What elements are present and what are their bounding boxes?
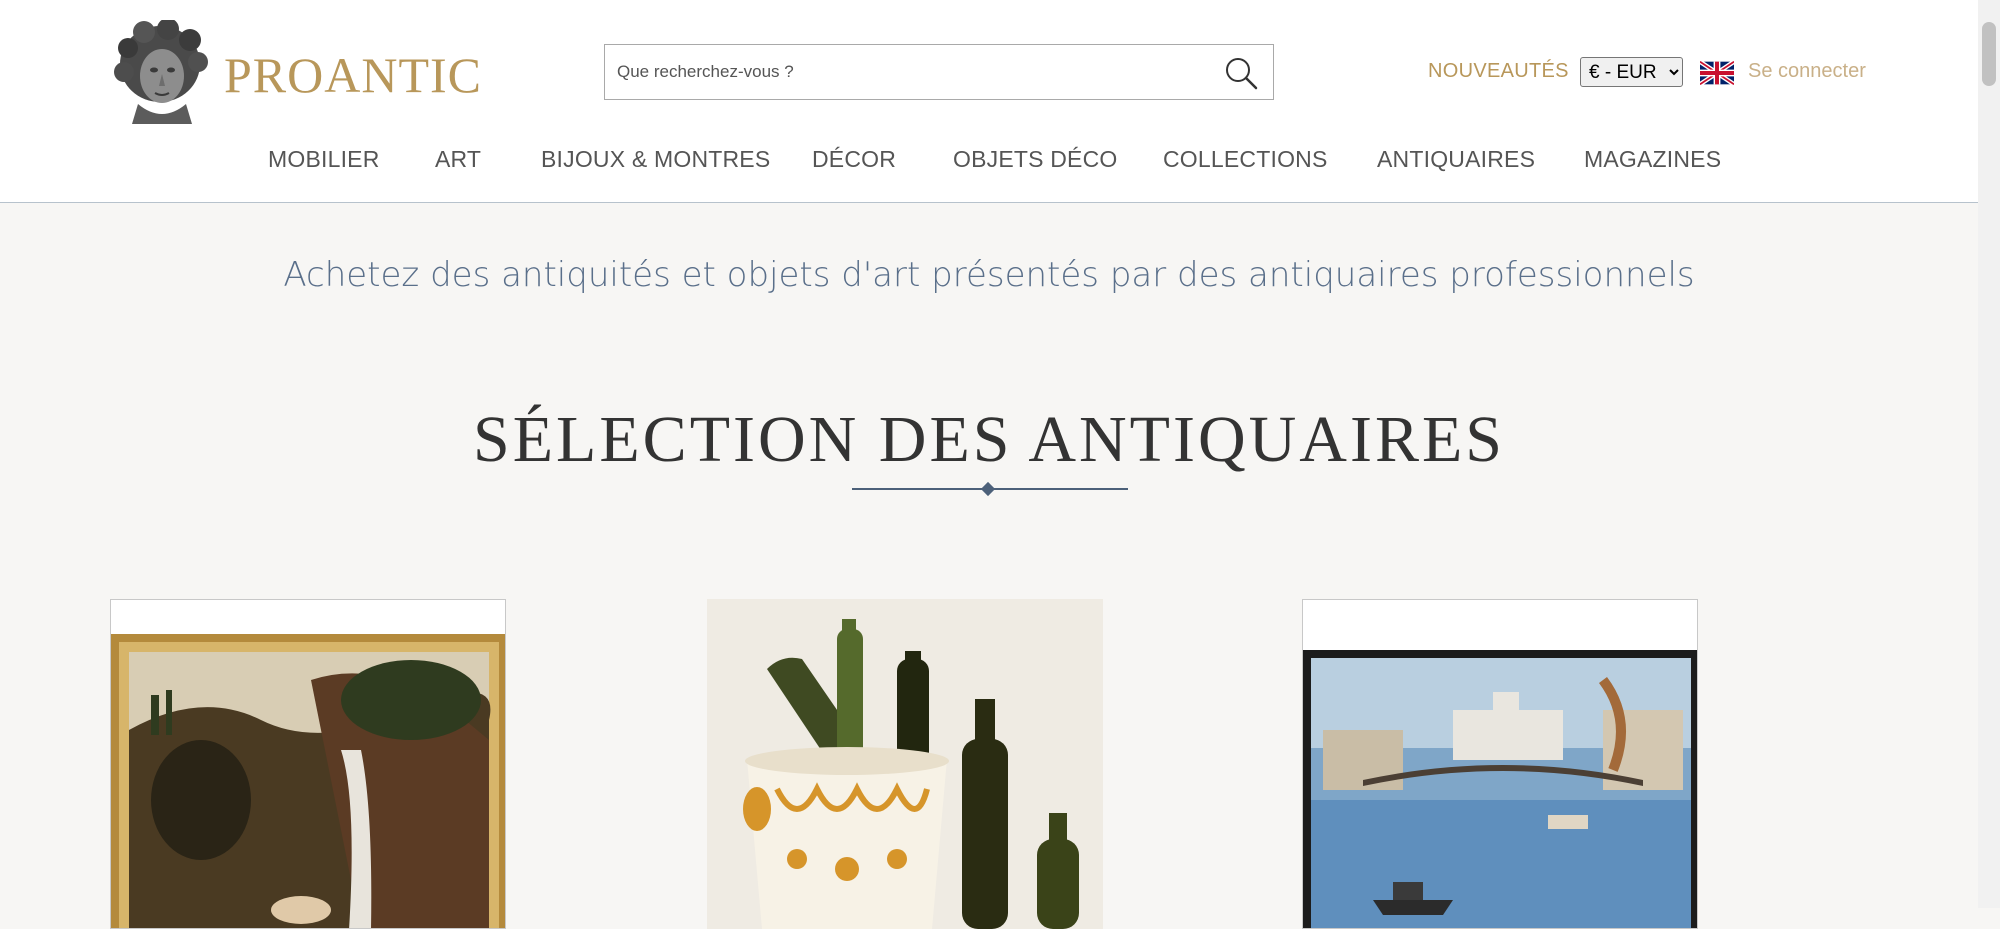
page-scrollbar[interactable] xyxy=(1978,0,2000,908)
main-nav: MOBILIER ART BIJOUX & MONTRES DÉCOR OBJE… xyxy=(0,146,1978,182)
nav-item-bijoux-montres[interactable]: BIJOUX & MONTRES xyxy=(541,146,770,173)
product-card-paris-painting[interactable] xyxy=(1302,599,1698,929)
tagline: Achetez des antiquités et objets d'art p… xyxy=(283,255,1695,295)
bust-logo-icon xyxy=(114,20,208,124)
logo[interactable]: PROANTIC xyxy=(110,20,481,124)
search-icon[interactable] xyxy=(1223,55,1259,91)
nav-item-collections[interactable]: COLLECTIONS xyxy=(1163,146,1328,173)
bottles-cooler-image xyxy=(707,599,1103,929)
nav-item-magazines[interactable]: MAGAZINES xyxy=(1584,146,1721,173)
nav-item-art[interactable]: ART xyxy=(435,146,481,173)
currency-select[interactable]: € - EUR xyxy=(1580,57,1683,87)
product-card-waterfall-painting[interactable] xyxy=(110,599,506,929)
section-title: SÉLECTION DES ANTIQUAIRES xyxy=(473,403,1505,476)
uk-flag-icon[interactable] xyxy=(1700,61,1734,85)
search-input[interactable] xyxy=(605,45,1205,99)
login-link[interactable]: Se connecter xyxy=(1748,60,1866,83)
product-card-bottles-cooler[interactable] xyxy=(707,599,1103,929)
nouveautes-link[interactable]: NOUVEAUTÉS xyxy=(1428,60,1569,83)
paris-river-painting-image xyxy=(1303,650,1697,928)
nav-item-objets-deco[interactable]: OBJETS DÉCO xyxy=(953,146,1118,173)
site-header: PROANTIC NOUVEAUTÉS € - EUR Se connecter… xyxy=(0,0,1978,203)
search-bar xyxy=(604,44,1274,100)
waterfall-painting-image xyxy=(111,634,505,928)
nav-item-antiquaires[interactable]: ANTIQUAIRES xyxy=(1377,146,1535,173)
logo-text: PROANTIC xyxy=(224,47,483,103)
nav-item-mobilier[interactable]: MOBILIER xyxy=(268,146,380,173)
scrollbar-thumb[interactable] xyxy=(1982,22,1996,86)
nav-item-decor[interactable]: DÉCOR xyxy=(812,146,896,173)
title-divider-ornament xyxy=(980,481,996,497)
